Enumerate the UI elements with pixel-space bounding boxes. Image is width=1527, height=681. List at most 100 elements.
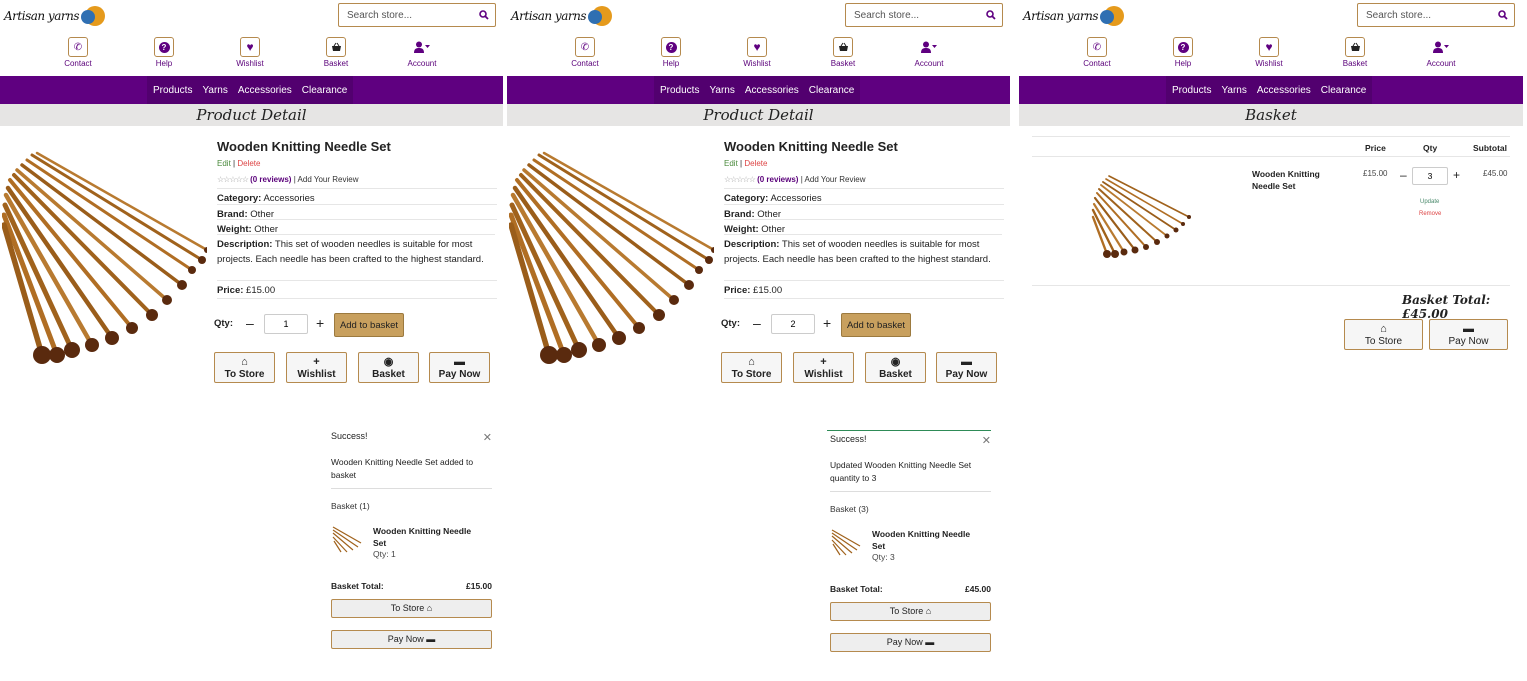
nav-yarns[interactable]: Yarns (202, 85, 227, 96)
item-thumbnail (831, 529, 861, 556)
close-icon[interactable]: ✕ (483, 431, 492, 444)
reviews-count[interactable]: (0 reviews) (757, 175, 798, 184)
search-box[interactable] (1357, 3, 1515, 27)
toast-item-name: Wooden Knitting Needle Set (373, 526, 472, 548)
delete-link[interactable]: Delete (744, 159, 767, 168)
qty-decrement-button[interactable]: – (246, 315, 254, 331)
qty-increment-button[interactable]: + (316, 315, 324, 331)
wishlist-link[interactable]: ♥ Wishlist (727, 37, 787, 68)
contact-link[interactable]: ✆ Contact (555, 37, 615, 68)
update-link[interactable]: Update (1420, 199, 1439, 205)
nav-clearance[interactable]: Clearance (1321, 85, 1367, 96)
search-box[interactable] (338, 3, 496, 27)
wishlist-button[interactable]: + Wishlist (286, 352, 347, 383)
nav-yarns[interactable]: Yarns (1221, 85, 1246, 96)
toast-total-label: Basket Total: (830, 584, 883, 594)
search-input[interactable] (1364, 8, 1498, 22)
qty-input[interactable] (771, 314, 815, 334)
nav-accessories[interactable]: Accessories (238, 85, 292, 96)
store-icon: ⌂ (925, 606, 932, 616)
nav-clearance[interactable]: Clearance (809, 85, 855, 96)
close-icon[interactable]: ✕ (982, 434, 991, 447)
search-input[interactable] (345, 8, 479, 22)
help-link[interactable]: ? Help (134, 37, 194, 68)
search-icon[interactable] (479, 10, 489, 20)
basket-button[interactable]: ◉ Basket (358, 352, 419, 383)
page-title: Product Detail (0, 104, 503, 126)
basket-qty-input[interactable] (1412, 167, 1448, 185)
contact-label: Contact (571, 59, 599, 68)
search-box[interactable] (845, 3, 1003, 27)
toast-item-name: Wooden Knitting Needle Set (872, 529, 971, 551)
edit-link[interactable]: Edit (217, 159, 231, 168)
site-logo[interactable]: Artisan yarns (1023, 4, 1128, 28)
nav-accessories[interactable]: Accessories (1257, 85, 1311, 96)
toast-to-store-button[interactable]: To Store ⌂ (331, 599, 492, 618)
page-title: Product Detail (507, 104, 1010, 126)
nav-products[interactable]: Products (153, 85, 192, 96)
help-link[interactable]: ? Help (1153, 37, 1213, 68)
toast-total-label: Basket Total: (331, 581, 384, 591)
add-review-link[interactable]: | Add Your Review (294, 175, 359, 184)
site-logo[interactable]: Artisan yarns (4, 4, 109, 28)
price-value: £15.00 (753, 285, 783, 296)
wishlist-label: Wishlist (297, 369, 336, 380)
help-link[interactable]: ? Help (641, 37, 701, 68)
site-logo[interactable]: Artisan yarns (511, 4, 616, 28)
pay-now-button[interactable]: ▬ Pay Now (429, 352, 490, 383)
basket-label: Basket (1342, 59, 1368, 68)
nav-clearance[interactable]: Clearance (302, 85, 348, 96)
wishlist-label: Wishlist (743, 59, 771, 68)
toast-message: Updated Wooden Knitting Needle Set quant… (830, 459, 991, 492)
delete-link[interactable]: Delete (237, 159, 260, 168)
basket-to-store-button[interactable]: ⌂ To Store (1344, 319, 1423, 350)
col-subtotal: Subtotal (1473, 143, 1507, 153)
basket-link[interactable]: Basket (813, 37, 873, 68)
account-link[interactable]: Account (1411, 37, 1471, 68)
pay-now-label: Pay Now (945, 369, 988, 380)
toast-pay-now-button[interactable]: Pay Now ▬ (331, 630, 492, 649)
qty-input[interactable] (264, 314, 308, 334)
contact-link[interactable]: ✆ Contact (48, 37, 108, 68)
nav-products[interactable]: Products (660, 85, 699, 96)
qty-decrement-button[interactable]: – (753, 315, 761, 331)
basket-qty-decrement-button[interactable]: – (1400, 168, 1407, 182)
reviews-count[interactable]: (0 reviews) (250, 175, 291, 184)
to-store-button[interactable]: ⌂ To Store (214, 352, 275, 383)
basket-pay-now-button[interactable]: ▬ Pay Now (1429, 319, 1508, 350)
pay-now-button[interactable]: ▬ Pay Now (936, 352, 997, 383)
search-icon[interactable] (1498, 10, 1508, 20)
toast-title: Success! (331, 431, 368, 441)
nav-yarns[interactable]: Yarns (709, 85, 734, 96)
product-image (509, 151, 714, 364)
basket-qty-increment-button[interactable]: + (1453, 168, 1460, 182)
wishlist-button[interactable]: + Wishlist (793, 352, 854, 383)
wishlist-link[interactable]: ♥ Wishlist (220, 37, 280, 68)
store-icon: ⌂ (1380, 323, 1387, 335)
wishlist-link[interactable]: ♥ Wishlist (1239, 37, 1299, 68)
basket-link[interactable]: Basket (306, 37, 366, 68)
account-label: Account (1426, 59, 1456, 68)
heart-icon: ♥ (1265, 40, 1273, 54)
search-input[interactable] (852, 8, 986, 22)
basket-label: Basket (372, 369, 405, 380)
add-review-link[interactable]: | Add Your Review (801, 175, 866, 184)
toast-to-store-button[interactable]: To Store ⌂ (830, 602, 991, 621)
account-link[interactable]: Account (392, 37, 452, 68)
remove-link[interactable]: Remove (1419, 211, 1441, 217)
nav-accessories[interactable]: Accessories (745, 85, 799, 96)
to-store-button[interactable]: ⌂ To Store (721, 352, 782, 383)
yarn-ball-icon (587, 4, 616, 28)
qty-increment-button[interactable]: + (823, 315, 831, 331)
basket-to-store-label: To Store (1364, 336, 1403, 347)
basket-button[interactable]: ◉ Basket (865, 352, 926, 383)
basket-link[interactable]: Basket (1325, 37, 1385, 68)
add-to-basket-button[interactable]: Add to basket (334, 313, 404, 337)
add-to-basket-button[interactable]: Add to basket (841, 313, 911, 337)
search-icon[interactable] (986, 10, 996, 20)
toast-pay-now-button[interactable]: Pay Now ▬ (830, 633, 991, 652)
account-link[interactable]: Account (899, 37, 959, 68)
nav-products[interactable]: Products (1172, 85, 1211, 96)
edit-link[interactable]: Edit (724, 159, 738, 168)
contact-link[interactable]: ✆ Contact (1067, 37, 1127, 68)
